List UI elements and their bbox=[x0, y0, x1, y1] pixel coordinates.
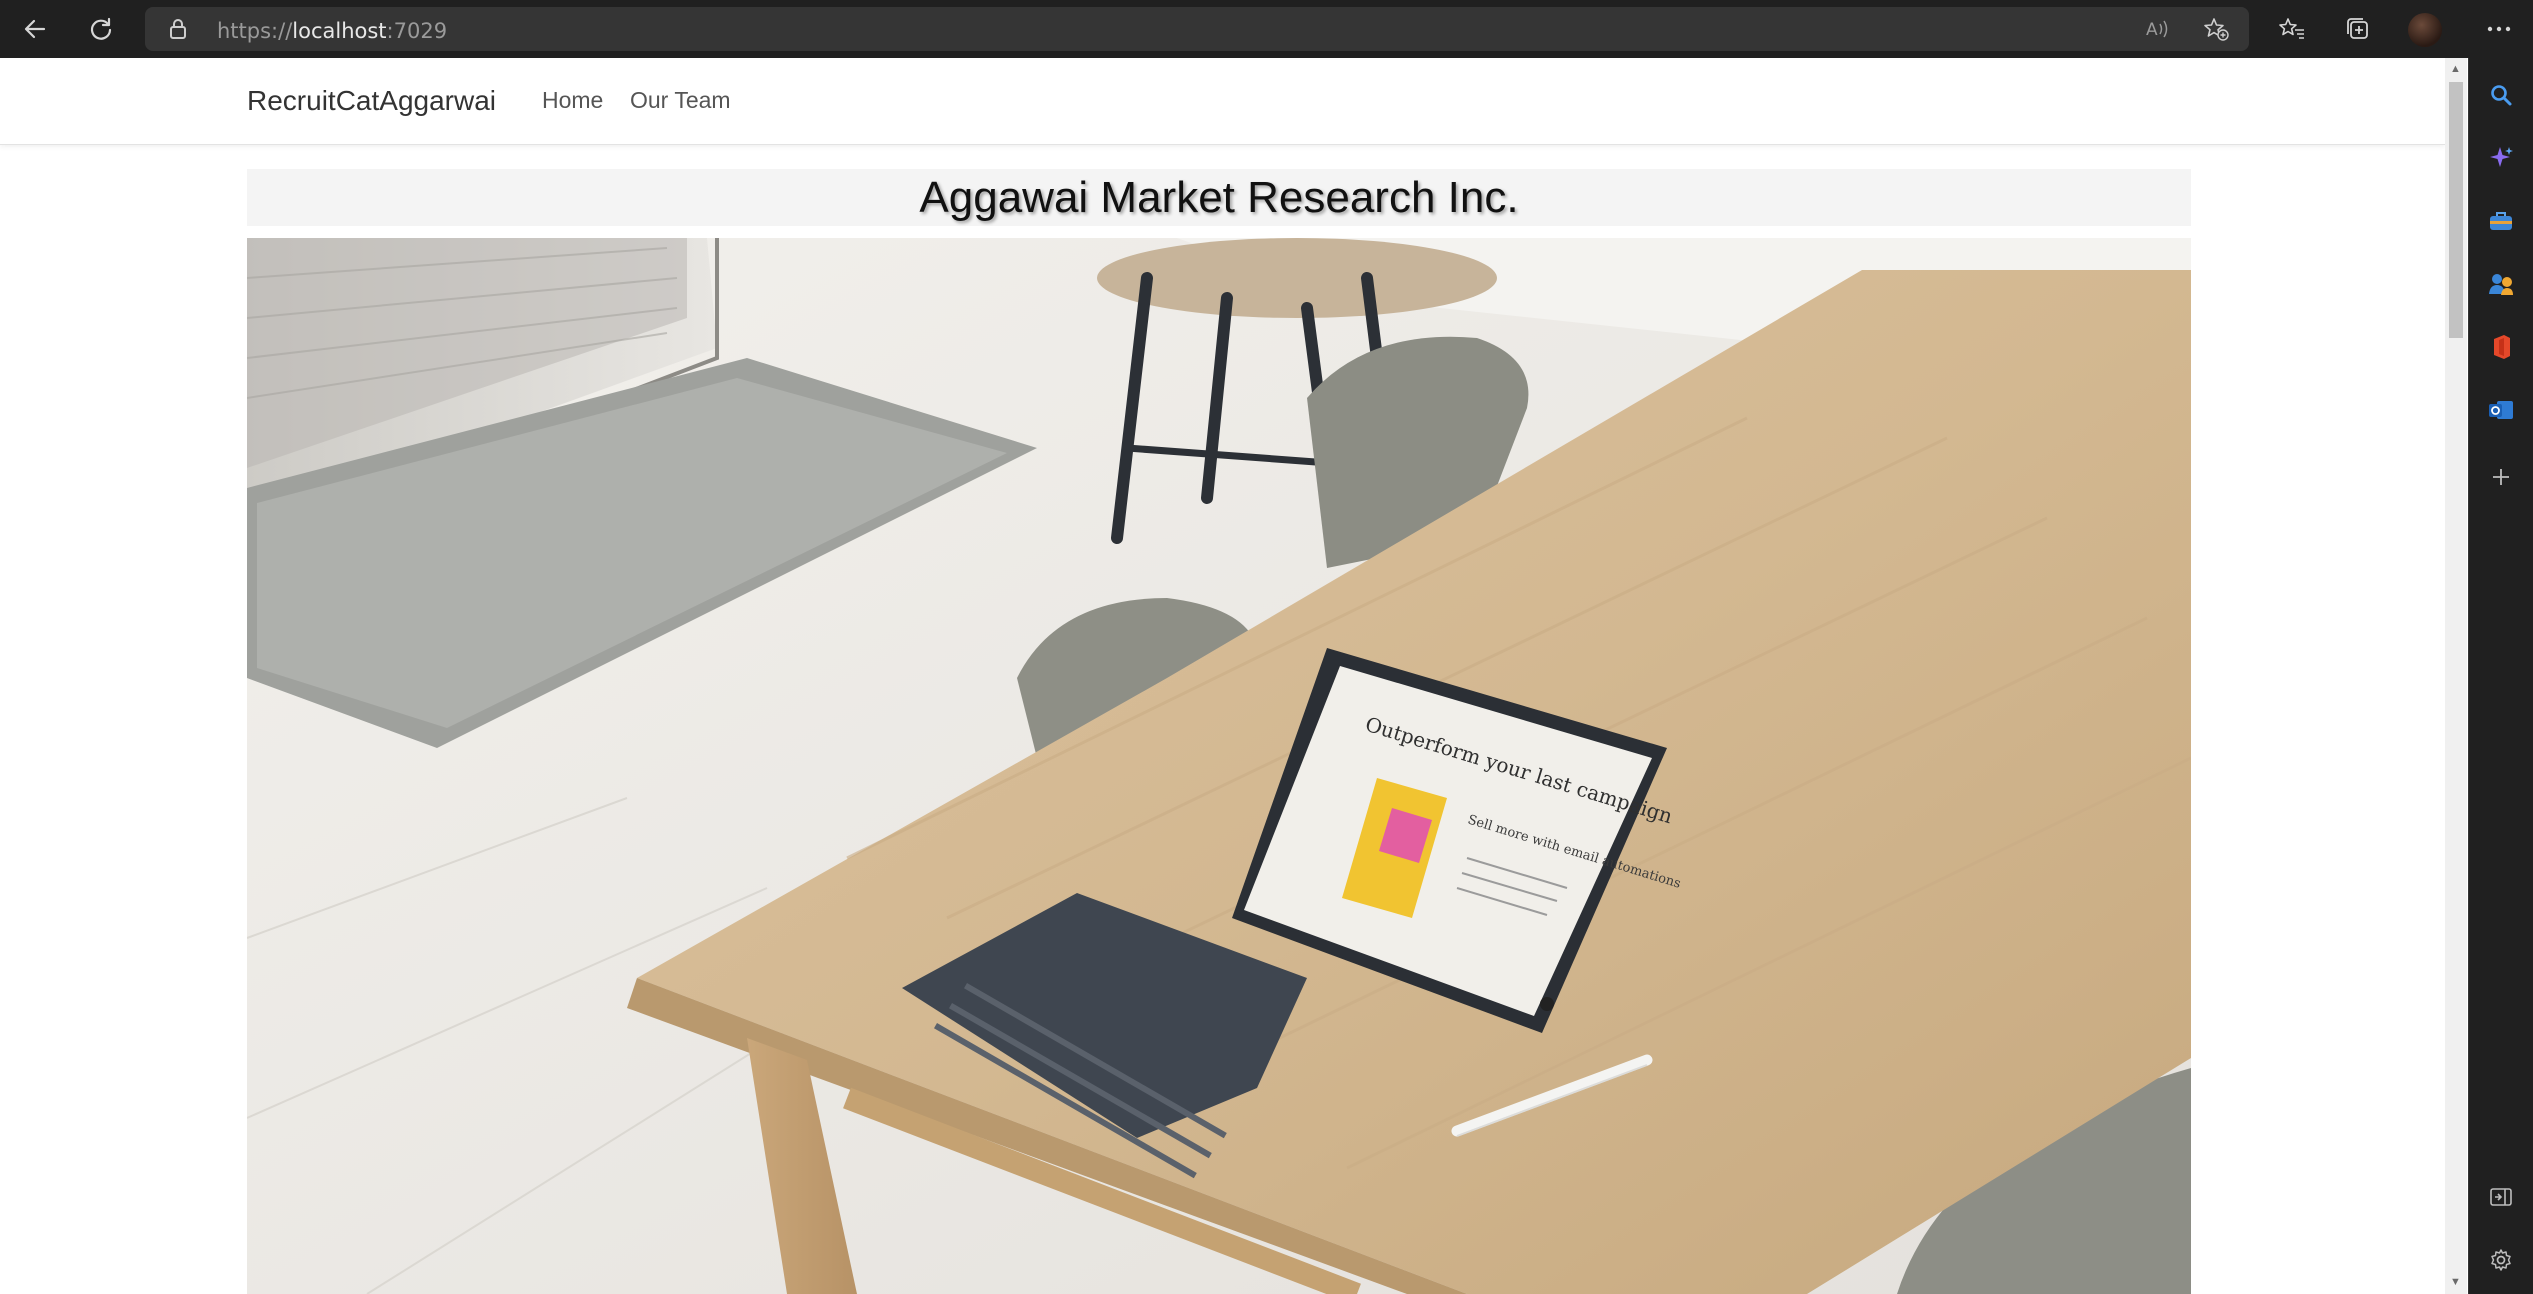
page-scrollbar[interactable]: ▲ ▼ bbox=[2445, 58, 2467, 1294]
page-title-banner: Aggawai Market Research Inc. bbox=[247, 169, 2191, 226]
url-port: :7029 bbox=[386, 19, 448, 43]
office-icon bbox=[2494, 335, 2510, 359]
site-navbar: RecruitCatAggarwai Home Our Team bbox=[0, 58, 2445, 145]
sidebar-search-button[interactable] bbox=[2480, 74, 2522, 116]
toolbox-icon bbox=[2490, 212, 2512, 230]
sidebar-copilot-button[interactable] bbox=[2480, 137, 2522, 179]
back-button[interactable] bbox=[14, 8, 56, 50]
browser-toolbar: https://localhost:7029 A bbox=[0, 0, 2533, 58]
sidebar-add-button[interactable] bbox=[2480, 456, 2522, 498]
svg-text:A: A bbox=[2146, 20, 2158, 40]
add-favorite-button[interactable] bbox=[2201, 14, 2231, 44]
gear-icon bbox=[2491, 1249, 2511, 1271]
site-brand[interactable]: RecruitCatAggarwai bbox=[247, 85, 496, 117]
plus-icon bbox=[2493, 469, 2509, 485]
scroll-up-icon[interactable]: ▲ bbox=[2450, 64, 2461, 75]
more-dots-icon bbox=[2487, 26, 2511, 32]
hide-sidebar-icon bbox=[2490, 1188, 2512, 1206]
sparkle-icon bbox=[2490, 147, 2513, 167]
url-text: https://localhost:7029 bbox=[217, 19, 447, 43]
more-menu-button[interactable] bbox=[2478, 8, 2520, 50]
url-scheme: https:// bbox=[217, 19, 293, 43]
photo-office-table-with-tablet-icon: Outperform your last campaign Sell more … bbox=[247, 238, 2191, 1294]
sidebar-outlook-button[interactable] bbox=[2480, 389, 2522, 431]
sidebar-games-button[interactable] bbox=[2480, 263, 2522, 305]
favorites-icon bbox=[2279, 18, 2304, 39]
sidebar-office-button[interactable] bbox=[2480, 326, 2522, 368]
address-bar[interactable]: https://localhost:7029 A bbox=[145, 7, 2249, 51]
refresh-icon bbox=[90, 17, 112, 40]
back-arrow-icon bbox=[24, 19, 46, 39]
lock-icon bbox=[170, 19, 186, 39]
outlook-icon bbox=[2489, 401, 2513, 419]
collections-button[interactable] bbox=[2337, 8, 2379, 50]
web-page: RecruitCatAggarwai Home Our Team Aggawai… bbox=[0, 58, 2445, 1294]
hero-image: Outperform your last campaign Sell more … bbox=[247, 238, 2191, 1294]
page-title: Aggawai Market Research Inc. bbox=[919, 172, 1519, 222]
nav-home[interactable]: Home bbox=[542, 87, 603, 114]
read-aloud-button[interactable]: A bbox=[2144, 14, 2174, 44]
sidebar-tools-button[interactable] bbox=[2480, 200, 2522, 242]
refresh-button[interactable] bbox=[80, 8, 122, 50]
scroll-down-icon[interactable]: ▼ bbox=[2450, 1277, 2461, 1288]
sidebar-settings-button[interactable] bbox=[2480, 1239, 2522, 1281]
people-icon bbox=[2489, 274, 2513, 295]
search-icon bbox=[2491, 85, 2512, 106]
read-aloud-icon: A bbox=[2146, 20, 2168, 40]
url-host: localhost bbox=[292, 19, 387, 43]
scrollbar-thumb[interactable] bbox=[2449, 82, 2463, 338]
nav-our-team[interactable]: Our Team bbox=[630, 87, 731, 114]
sidebar-hide-button[interactable] bbox=[2480, 1176, 2522, 1218]
browser-sidebar bbox=[2468, 58, 2533, 1294]
star-plus-icon bbox=[2204, 18, 2229, 41]
profile-avatar[interactable] bbox=[2408, 13, 2442, 47]
favorites-button[interactable] bbox=[2271, 8, 2313, 50]
collections-icon bbox=[2347, 18, 2368, 39]
